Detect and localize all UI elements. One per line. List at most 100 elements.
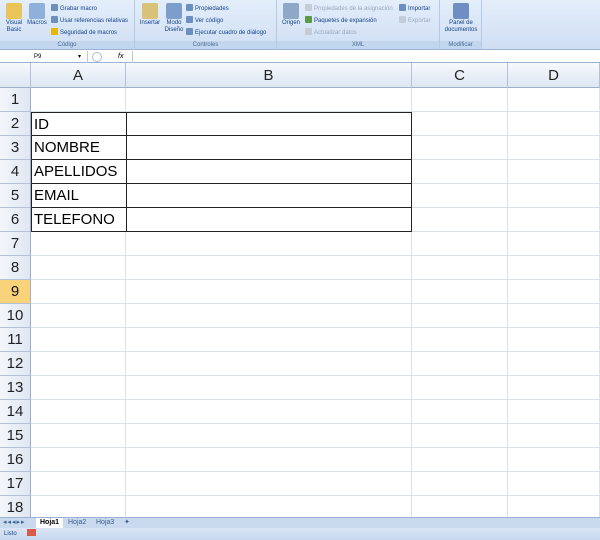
cell-B8[interactable] xyxy=(126,256,412,280)
row-header-10[interactable]: 10 xyxy=(0,304,31,328)
cell-D14[interactable] xyxy=(508,400,600,424)
cell-B12[interactable] xyxy=(126,352,412,376)
cell-B7[interactable] xyxy=(126,232,412,256)
row-header-12[interactable]: 12 xyxy=(0,352,31,376)
cell-D6[interactable] xyxy=(508,208,600,232)
cell-B6[interactable] xyxy=(126,208,412,232)
cell-D10[interactable] xyxy=(508,304,600,328)
actualizar-datos-button[interactable]: Actualizar datos xyxy=(305,28,357,37)
cell-A15[interactable] xyxy=(31,424,126,448)
usar-referencias-button[interactable]: Usar referencias relativas xyxy=(51,16,128,25)
cell-A10[interactable] xyxy=(31,304,126,328)
cell-C9[interactable] xyxy=(412,280,508,304)
row-header-5[interactable]: 5 xyxy=(0,184,31,208)
propiedades-asignacion-button[interactable]: Propiedades de la asignación xyxy=(305,4,393,13)
cell-D13[interactable] xyxy=(508,376,600,400)
origen-button[interactable]: Origen xyxy=(279,3,303,27)
cell-B3[interactable] xyxy=(126,136,412,160)
cell-D5[interactable] xyxy=(508,184,600,208)
row-header-16[interactable]: 16 xyxy=(0,448,31,472)
cell-B1[interactable] xyxy=(126,88,412,112)
cell-B9[interactable] xyxy=(126,280,412,304)
cell-C7[interactable] xyxy=(412,232,508,256)
ejecutar-dialogo-button[interactable]: Ejecutar cuadro de diálogo xyxy=(186,28,266,37)
row-header-17[interactable]: 17 xyxy=(0,472,31,496)
macros-button[interactable]: Macros xyxy=(26,3,48,27)
cell-B15[interactable] xyxy=(126,424,412,448)
seguridad-macros-button[interactable]: Seguridad de macros xyxy=(51,28,117,37)
sheet-tab-hoja3[interactable]: Hoja3 xyxy=(92,518,118,528)
cell-D2[interactable] xyxy=(508,112,600,136)
name-box[interactable]: P9 ▾ xyxy=(0,51,88,63)
propiedades-button[interactable]: Propiedades xyxy=(186,4,229,13)
cell-A17[interactable] xyxy=(31,472,126,496)
cell-D1[interactable] xyxy=(508,88,600,112)
cell-A14[interactable] xyxy=(31,400,126,424)
paquetes-expansion-button[interactable]: Paquetes de expansión xyxy=(305,16,377,25)
cell-D12[interactable] xyxy=(508,352,600,376)
ver-codigo-button[interactable]: Ver código xyxy=(186,16,223,25)
cell-C15[interactable] xyxy=(412,424,508,448)
row-header-15[interactable]: 15 xyxy=(0,424,31,448)
row-header-9[interactable]: 9 xyxy=(0,280,31,304)
cell-C17[interactable] xyxy=(412,472,508,496)
cell-D8[interactable] xyxy=(508,256,600,280)
macro-record-icon[interactable] xyxy=(26,529,36,536)
cell-D16[interactable] xyxy=(508,448,600,472)
cell-D7[interactable] xyxy=(508,232,600,256)
column-header-B[interactable]: B xyxy=(126,63,412,88)
cell-A2[interactable]: ID xyxy=(31,112,127,136)
cell-C13[interactable] xyxy=(412,376,508,400)
sheet-navigation-arrows[interactable]: ◂◂◂▸▸ xyxy=(3,518,26,526)
row-header-7[interactable]: 7 xyxy=(0,232,31,256)
cell-C1[interactable] xyxy=(412,88,508,112)
cell-A4[interactable]: APELLIDOS xyxy=(31,160,127,184)
cell-D4[interactable] xyxy=(508,160,600,184)
cell-A5[interactable]: EMAIL xyxy=(31,184,127,208)
cell-A6[interactable]: TELEFONO xyxy=(31,208,127,232)
cell-A3[interactable]: NOMBRE xyxy=(31,136,127,160)
cell-C14[interactable] xyxy=(412,400,508,424)
cell-D17[interactable] xyxy=(508,472,600,496)
cell-B13[interactable] xyxy=(126,376,412,400)
cell-C5[interactable] xyxy=(412,184,508,208)
cell-A1[interactable] xyxy=(31,88,126,112)
cell-C11[interactable] xyxy=(412,328,508,352)
cell-C12[interactable] xyxy=(412,352,508,376)
modo-diseno-button[interactable]: Modo Diseño xyxy=(163,3,185,34)
cell-B14[interactable] xyxy=(126,400,412,424)
cell-B2[interactable] xyxy=(126,112,412,136)
row-header-2[interactable]: 2 xyxy=(0,112,31,136)
column-header-C[interactable]: C xyxy=(412,63,508,88)
visual-basic-button[interactable]: Visual Basic xyxy=(2,3,26,34)
select-all-corner[interactable] xyxy=(0,63,31,88)
row-header-14[interactable]: 14 xyxy=(0,400,31,424)
cell-A12[interactable] xyxy=(31,352,126,376)
cell-A13[interactable] xyxy=(31,376,126,400)
chevron-down-icon[interactable]: ▾ xyxy=(78,51,81,63)
cell-C3[interactable] xyxy=(412,136,508,160)
fx-icon[interactable]: fx xyxy=(118,51,123,63)
cell-C2[interactable] xyxy=(412,112,508,136)
panel-documentos-button[interactable]: Panel de documentos xyxy=(442,3,480,34)
row-header-6[interactable]: 6 xyxy=(0,208,31,232)
insertar-button[interactable]: Insertar xyxy=(137,3,163,27)
cell-D9[interactable] xyxy=(508,280,600,304)
cell-B4[interactable] xyxy=(126,160,412,184)
cell-A7[interactable] xyxy=(31,232,126,256)
cell-B16[interactable] xyxy=(126,448,412,472)
cell-A8[interactable] xyxy=(31,256,126,280)
cell-B11[interactable] xyxy=(126,328,412,352)
cell-A11[interactable] xyxy=(31,328,126,352)
row-header-3[interactable]: 3 xyxy=(0,136,31,160)
sheet-tab-hoja2[interactable]: Hoja2 xyxy=(64,518,90,528)
row-header-8[interactable]: 8 xyxy=(0,256,31,280)
cell-C4[interactable] xyxy=(412,160,508,184)
cell-D11[interactable] xyxy=(508,328,600,352)
row-header-13[interactable]: 13 xyxy=(0,376,31,400)
cell-C10[interactable] xyxy=(412,304,508,328)
row-header-1[interactable]: 1 xyxy=(0,88,31,112)
sheet-tab-hoja1[interactable]: Hoja1 xyxy=(36,518,64,528)
column-header-A[interactable]: A xyxy=(31,63,126,88)
cancel-icon[interactable] xyxy=(92,52,102,62)
